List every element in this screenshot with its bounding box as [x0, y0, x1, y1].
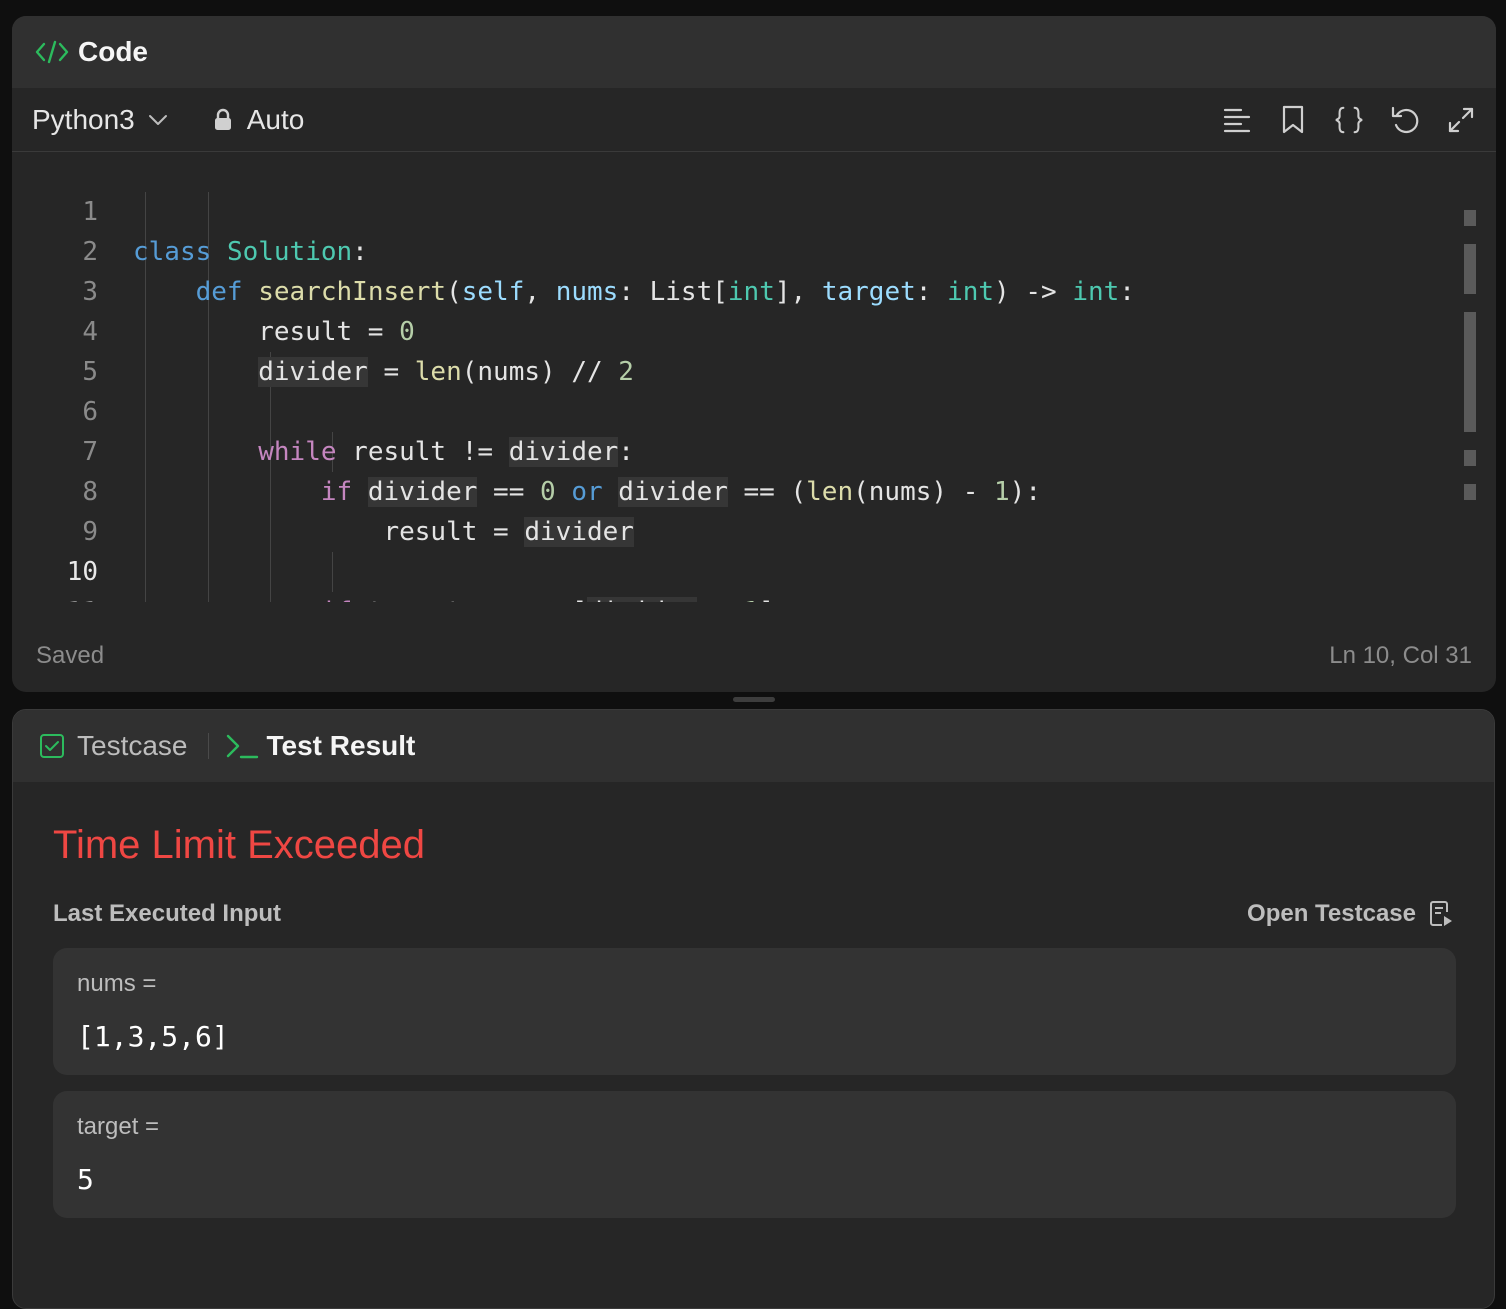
code-panel-header: Code	[12, 16, 1496, 88]
result-panel: Testcase Test Result Time Limit Exceeded…	[12, 709, 1495, 1309]
last-input-header: Last Executed Input Open Testcase	[53, 900, 1454, 928]
tab-testcase-label: Testcase	[77, 730, 188, 761]
auto-mode-toggle[interactable]: Auto	[213, 103, 305, 136]
code-line: 9	[12, 472, 1452, 547]
panel-resize-handle[interactable]	[733, 697, 775, 702]
code-line-active: 10 if target < nums[divider - 1]:	[12, 512, 1452, 602]
code-line: 11 divider //= 2	[12, 552, 1452, 602]
chevron-down-icon	[135, 113, 169, 127]
auto-mode-label: Auto	[246, 103, 305, 135]
lock-icon	[213, 108, 247, 132]
code-line: 2 def searchInsert(self, nums: List[int]…	[12, 192, 1452, 307]
code-line: 6 while result != divider:	[12, 352, 1452, 467]
input-box-nums: nums = [1,3,5,6]	[53, 948, 1456, 1075]
input-name: nums =	[77, 970, 157, 997]
code-panel: Code Python3 Auto 1 class Solution: 2 de…	[12, 16, 1496, 692]
editor-tools	[1222, 105, 1476, 135]
scroll-thumb[interactable]	[1464, 312, 1476, 432]
checkbox-icon	[39, 733, 65, 759]
reset-icon[interactable]	[1390, 105, 1420, 135]
code-line: 7 if divider == 0 or divider == (len(num…	[12, 392, 1452, 507]
open-testcase-icon	[1416, 900, 1454, 928]
editor-toolbar: Python3 Auto	[12, 88, 1496, 152]
last-input-label: Last Executed Input	[53, 900, 282, 927]
result-panel-header: Testcase Test Result	[13, 710, 1494, 782]
cursor-position: Ln 10, Col 31	[1329, 642, 1472, 669]
code-editor[interactable]: 1 class Solution: 2 def searchInsert(sel…	[12, 152, 1496, 602]
tab-test-result[interactable]: Test Result	[225, 730, 416, 762]
terminal-icon	[225, 732, 259, 760]
tab-test-result-label: Test Result	[266, 730, 416, 761]
format-icon[interactable]	[1222, 105, 1252, 135]
saved-status: Saved	[36, 642, 105, 669]
code-line: 4 divider = len(nums) // 2	[12, 272, 1452, 387]
scroll-marker	[1464, 450, 1476, 466]
input-value: 5	[77, 1163, 94, 1196]
result-body: Time Limit Exceeded Last Executed Input …	[13, 820, 1494, 1218]
input-box-target: target = 5	[53, 1091, 1456, 1218]
tab-testcase[interactable]: Testcase	[39, 730, 188, 762]
tab-divider	[207, 733, 209, 759]
bookmark-icon[interactable]	[1278, 105, 1308, 135]
expand-icon[interactable]	[1446, 105, 1476, 135]
line-number: 11	[12, 592, 98, 602]
language-select[interactable]: Python3	[32, 104, 169, 136]
scroll-marker	[1464, 210, 1476, 226]
open-testcase-label: Open Testcase	[1247, 900, 1416, 927]
editor-scrollbar[interactable]	[1464, 152, 1478, 602]
language-label: Python3	[32, 103, 135, 135]
verdict-title: Time Limit Exceeded	[53, 823, 425, 867]
scroll-marker	[1464, 244, 1476, 294]
code-line: 1 class Solution:	[12, 152, 1452, 267]
open-testcase-button[interactable]: Open Testcase	[1247, 900, 1454, 928]
code-text: if target < nums[divider - 1]:	[133, 592, 790, 602]
scroll-marker	[1464, 484, 1476, 500]
input-name: target =	[77, 1113, 160, 1140]
code-line: 3 result = 0	[12, 232, 1452, 347]
code-line: 5	[12, 312, 1452, 387]
code-icon	[34, 38, 70, 66]
code-panel-title: Code	[78, 36, 148, 67]
input-value: [1,3,5,6]	[77, 1020, 229, 1053]
editor-status-bar: Saved Ln 10, Col 31	[12, 620, 1496, 692]
code-line: 8 result = divider	[12, 432, 1452, 547]
braces-icon[interactable]	[1334, 105, 1364, 135]
